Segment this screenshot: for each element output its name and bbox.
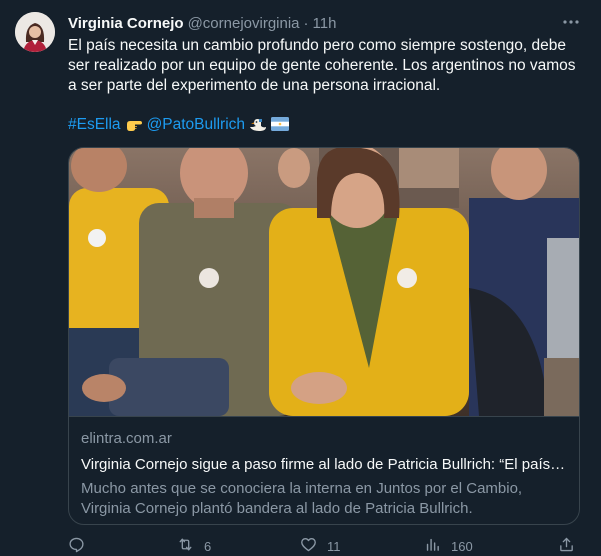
views-button[interactable]: 160: [424, 536, 473, 556]
tweet-text: El país necesita un cambio profundo pero…: [68, 37, 576, 94]
hashtag-link[interactable]: #EsElla: [68, 115, 121, 135]
timestamp[interactable]: 11h: [313, 15, 337, 32]
argentina-flag-emoji: [271, 117, 290, 133]
pointing-hand-emoji: [125, 117, 143, 133]
views-icon: [424, 536, 441, 556]
card-title: Virginia Cornejo sigue a paso firme al l…: [81, 456, 566, 473]
duck-emoji: [249, 117, 267, 133]
share-icon: [558, 536, 575, 556]
mention-link[interactable]: @PatoBullrich: [147, 115, 245, 135]
author-name[interactable]: Virginia Cornejo: [68, 15, 184, 32]
like-icon: [300, 536, 317, 556]
reply-button[interactable]: [68, 536, 95, 556]
like-button[interactable]: 11: [300, 536, 341, 556]
retweet-icon: [177, 536, 194, 556]
author-handle[interactable]: @cornejovirginia: [188, 15, 300, 32]
views-count: 160: [451, 538, 473, 554]
more-icon[interactable]: [561, 12, 581, 32]
card-meta[interactable]: elintra.com.ar Virginia Cornejo sigue a …: [69, 416, 579, 524]
share-button[interactable]: [558, 536, 575, 556]
tweet-tags: #EsElla @PatoBullrich: [68, 115, 290, 135]
retweet-button[interactable]: 6: [177, 536, 211, 556]
card-domain: elintra.com.ar: [81, 430, 172, 447]
separator-dot: ·: [303, 14, 309, 32]
retweet-count: 6: [204, 538, 212, 554]
tweet-header: Virginia Cornejo @cornejovirginia · 11h: [68, 13, 561, 33]
card-image[interactable]: [69, 148, 579, 416]
link-card[interactable]: elintra.com.ar Virginia Cornejo sigue a …: [68, 147, 580, 525]
like-count: 11: [327, 538, 341, 554]
action-bar: 6 11 160: [68, 536, 580, 556]
reply-icon: [68, 536, 85, 556]
card-description: Mucho antes que se conociera la interna …: [81, 480, 523, 517]
avatar[interactable]: [15, 12, 55, 52]
tweet[interactable]: Virginia Cornejo @cornejovirginia · 11h …: [0, 0, 601, 556]
